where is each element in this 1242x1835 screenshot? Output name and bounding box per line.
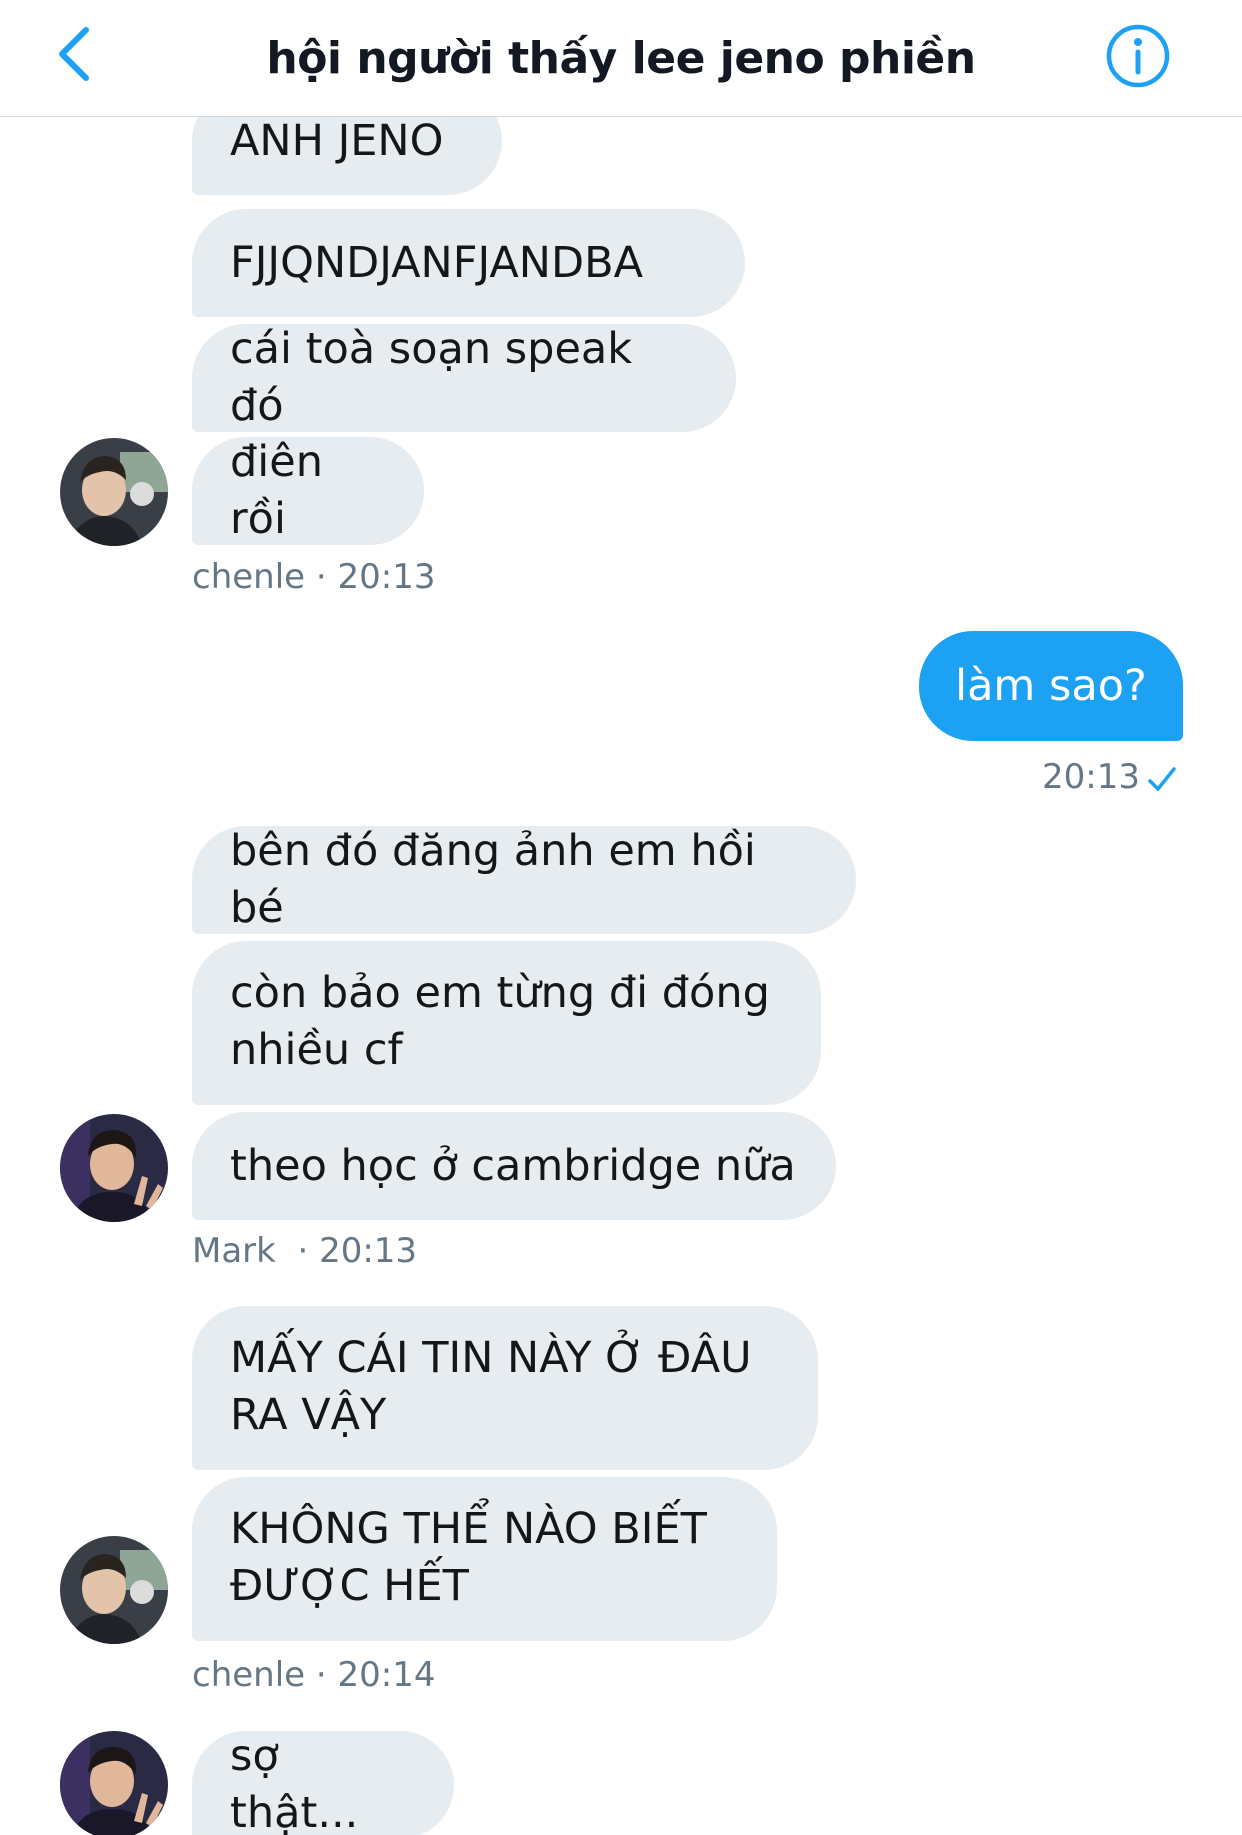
message-bubble[interactable]: KHÔNG THỂ NÀO BIẾT ĐƯỢC HẾT [192,1477,777,1641]
message-bubble[interactable]: MẤY CÁI TIN NÀY Ở ĐÂU RA VẬY [192,1306,818,1470]
checkmark-icon [1148,767,1176,791]
message-bubble[interactable]: FJJQNDJANFJANDBA [192,209,745,317]
message-bubble[interactable]: sợ thật... [192,1731,454,1835]
sender-name: chenle [192,557,306,597]
avatar-image [60,438,168,546]
message-bubble[interactable]: còn bảo em từng đi đóng nhiều cf [192,941,821,1105]
avatar-mark[interactable] [60,1731,168,1835]
avatar-chenle[interactable] [60,1536,168,1644]
timestamp: · 20:13 [286,1231,418,1271]
message-meta: Mark · 20:13 [192,1231,417,1271]
info-circle-icon [1106,24,1170,88]
timestamp: · 20:13 [315,557,436,597]
message-bubble[interactable]: bên đó đăng ảnh em hồi bé [192,826,856,934]
message-bubble[interactable]: điên rồi [192,437,424,545]
back-button[interactable] [48,24,108,84]
outgoing-message-bubble[interactable]: làm sao? [919,631,1183,741]
avatar-image [60,1731,168,1835]
timestamp: · 20:14 [315,1655,436,1695]
chevron-left-icon [59,27,89,81]
avatar-mark[interactable] [60,1114,168,1222]
avatar-chenle[interactable] [60,438,168,546]
conversation-title: hội người thấy lee jeno phiền [266,32,976,84]
message-list[interactable]: ANH JENO FJJQNDJANFJANDBA cái toà soạn s… [0,117,1242,1835]
message-bubble[interactable]: theo học ở cambridge nữa [192,1112,836,1220]
sender-name: chenle [192,1655,306,1695]
avatar-image [60,1114,168,1222]
avatar-image [60,1536,168,1644]
timestamp: 20:13 [1042,757,1140,797]
message-bubble[interactable]: cái toà soạn speak đó [192,324,736,432]
sender-name: Mark [192,1231,276,1271]
message-meta: chenle · 20:14 [192,1655,436,1695]
message-bubble[interactable]: ANH JENO [192,117,502,195]
conversation-header: hội người thấy lee jeno phiền [0,0,1242,117]
message-meta: chenle · 20:13 [192,557,436,597]
info-button[interactable] [1104,22,1172,90]
